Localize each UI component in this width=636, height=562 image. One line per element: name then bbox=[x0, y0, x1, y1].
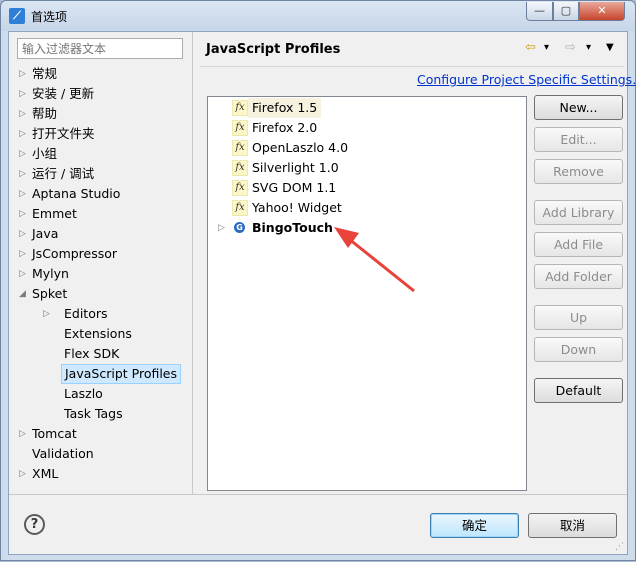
preferences-window: ⟋ 首选项 — ▢ ✕ ▷常规▷安装 / 更新▷帮助▷打开文件夹▷小组▷运行 /… bbox=[0, 0, 636, 561]
annotation-arrow bbox=[334, 227, 415, 293]
annotation-arrow-shaft bbox=[348, 237, 415, 293]
